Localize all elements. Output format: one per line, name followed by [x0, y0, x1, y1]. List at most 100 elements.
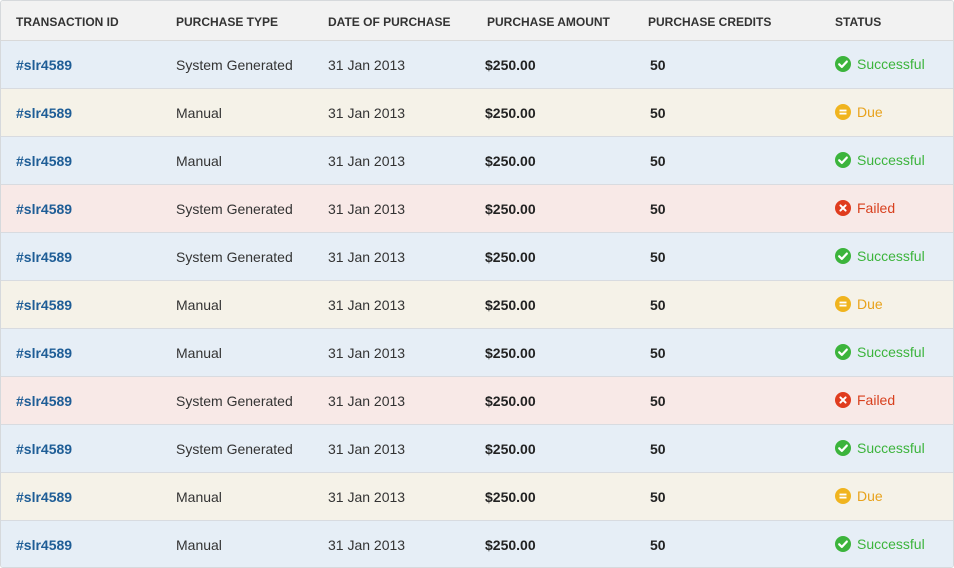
status-label: Failed — [857, 392, 896, 408]
column-header-date-of-purchase[interactable]: DATE OF PURCHASE — [328, 1, 450, 41]
purchase-date-cell: 31 Jan 2013 — [328, 441, 406, 457]
table-row[interactable]: #slr4589 Manual 31 Jan 2013 $250.00 50 Due — [1, 281, 953, 329]
transaction-id-link[interactable]: #slr4589 — [16, 137, 72, 184]
status-label: Successful — [857, 152, 925, 168]
purchase-amount-cell: $250.00 — [485, 249, 536, 265]
status-label: Successful — [857, 440, 925, 456]
purchase-amount-cell: $250.00 — [485, 489, 536, 505]
purchase-type-cell: Manual — [176, 153, 222, 169]
purchase-amount-cell: $250.00 — [485, 201, 536, 217]
purchase-type-cell: Manual — [176, 537, 222, 553]
status-label: Successful — [857, 536, 925, 552]
status-label: Due — [857, 296, 883, 312]
status-badge: Due — [835, 281, 883, 327]
purchase-credits-cell: 50 — [650, 345, 666, 361]
purchase-credits-cell: 50 — [650, 249, 666, 265]
table-row[interactable]: #slr4589 Manual 31 Jan 2013 $250.00 50 Due — [1, 473, 953, 521]
transaction-id-link[interactable]: #slr4589 — [16, 41, 72, 88]
table-row[interactable]: #slr4589 System Generated 31 Jan 2013 $250.… — [1, 233, 953, 281]
transaction-id-link[interactable]: #slr4589 — [16, 521, 72, 567]
x-circle-icon — [835, 392, 851, 408]
table-row[interactable]: #slr4589 System Generated 31 Jan 2013 $250.… — [1, 185, 953, 233]
transaction-id-link[interactable]: #slr4589 — [16, 89, 72, 136]
table-body: #slr4589 System Generated 31 Jan 2013 $250.… — [1, 41, 953, 567]
x-circle-icon — [835, 200, 851, 216]
purchase-date-cell: 31 Jan 2013 — [328, 537, 406, 553]
purchase-amount-cell: $250.00 — [485, 105, 536, 121]
purchase-credits-cell: 50 — [650, 297, 666, 313]
transactions-table: TRANSACTION ID PURCHASE TYPE DATE OF PUR… — [0, 0, 954, 568]
transaction-id-link[interactable]: #slr4589 — [16, 473, 72, 520]
purchase-type-cell: Manual — [176, 297, 222, 313]
status-badge: Successful — [835, 41, 925, 87]
check-circle-icon — [835, 344, 851, 360]
transaction-id-link[interactable]: #slr4589 — [16, 185, 72, 232]
status-label: Successful — [857, 56, 925, 72]
check-circle-icon — [835, 536, 851, 552]
purchase-credits-cell: 50 — [650, 489, 666, 505]
purchase-date-cell: 31 Jan 2013 — [328, 345, 406, 361]
table-row[interactable]: #slr4589 Manual 31 Jan 2013 $250.00 50 Succes… — [1, 329, 953, 377]
column-header-purchase-type[interactable]: PURCHASE TYPE — [176, 1, 278, 41]
purchase-type-cell: System Generated — [176, 249, 293, 265]
purchase-date-cell: 31 Jan 2013 — [328, 249, 406, 265]
purchase-amount-cell: $250.00 — [485, 345, 536, 361]
purchase-type-cell: System Generated — [176, 57, 293, 73]
transaction-id-link[interactable]: #slr4589 — [16, 329, 72, 376]
purchase-date-cell: 31 Jan 2013 — [328, 153, 406, 169]
transaction-id-link[interactable]: #slr4589 — [16, 281, 72, 328]
purchase-date-cell: 31 Jan 2013 — [328, 297, 406, 313]
purchase-type-cell: Manual — [176, 489, 222, 505]
status-label: Successful — [857, 344, 925, 360]
pending-circle-icon — [835, 488, 851, 504]
purchase-amount-cell: $250.00 — [485, 153, 536, 169]
status-badge: Successful — [835, 233, 925, 279]
purchase-date-cell: 31 Jan 2013 — [328, 57, 406, 73]
purchase-amount-cell: $250.00 — [485, 393, 536, 409]
check-circle-icon — [835, 440, 851, 456]
purchase-date-cell: 31 Jan 2013 — [328, 489, 406, 505]
transaction-id-link[interactable]: #slr4589 — [16, 233, 72, 280]
purchase-credits-cell: 50 — [650, 393, 666, 409]
pending-circle-icon — [835, 296, 851, 312]
status-badge: Successful — [835, 521, 925, 567]
check-circle-icon — [835, 248, 851, 264]
purchase-credits-cell: 50 — [650, 153, 666, 169]
table-row[interactable]: #slr4589 System Generated 31 Jan 2013 $250.… — [1, 377, 953, 425]
purchase-credits-cell: 50 — [650, 537, 666, 553]
table-row[interactable]: #slr4589 Manual 31 Jan 2013 $250.00 50 Succes… — [1, 137, 953, 185]
purchase-date-cell: 31 Jan 2013 — [328, 393, 406, 409]
purchase-type-cell: Manual — [176, 345, 222, 361]
table-row[interactable]: #slr4589 System Generated 31 Jan 2013 $250.… — [1, 425, 953, 473]
column-header-transaction-id[interactable]: TRANSACTION ID — [16, 1, 119, 41]
pending-circle-icon — [835, 104, 851, 120]
purchase-type-cell: System Generated — [176, 201, 293, 217]
transaction-id-link[interactable]: #slr4589 — [16, 425, 72, 472]
status-badge: Successful — [835, 137, 925, 183]
purchase-credits-cell: 50 — [650, 57, 666, 73]
column-header-purchase-amount[interactable]: PURCHASE AMOUNT — [487, 1, 610, 41]
purchase-credits-cell: 50 — [650, 441, 666, 457]
status-label: Failed — [857, 200, 896, 216]
check-circle-icon — [835, 56, 851, 72]
status-label: Due — [857, 104, 883, 120]
status-badge: Failed — [835, 377, 895, 423]
purchase-amount-cell: $250.00 — [485, 537, 536, 553]
purchase-amount-cell: $250.00 — [485, 441, 536, 457]
transaction-id-link[interactable]: #slr4589 — [16, 377, 72, 424]
table-row[interactable]: #slr4589 Manual 31 Jan 2013 $250.00 50 Succes… — [1, 521, 953, 567]
purchase-date-cell: 31 Jan 2013 — [328, 105, 406, 121]
status-badge: Successful — [835, 329, 925, 375]
column-header-status[interactable]: STATUS — [835, 1, 881, 41]
column-header-purchase-credits[interactable]: PURCHASE CREDITS — [648, 1, 771, 41]
status-badge: Failed — [835, 185, 895, 231]
status-badge: Due — [835, 473, 883, 519]
status-label: Due — [857, 488, 883, 504]
check-circle-icon — [835, 152, 851, 168]
table-header: TRANSACTION ID PURCHASE TYPE DATE OF PUR… — [1, 1, 953, 41]
purchase-type-cell: System Generated — [176, 441, 293, 457]
table-row[interactable]: #slr4589 System Generated 31 Jan 2013 $250.… — [1, 41, 953, 89]
purchase-amount-cell: $250.00 — [485, 57, 536, 73]
table-row[interactable]: #slr4589 Manual 31 Jan 2013 $250.00 50 Due — [1, 89, 953, 137]
status-badge: Successful — [835, 425, 925, 471]
